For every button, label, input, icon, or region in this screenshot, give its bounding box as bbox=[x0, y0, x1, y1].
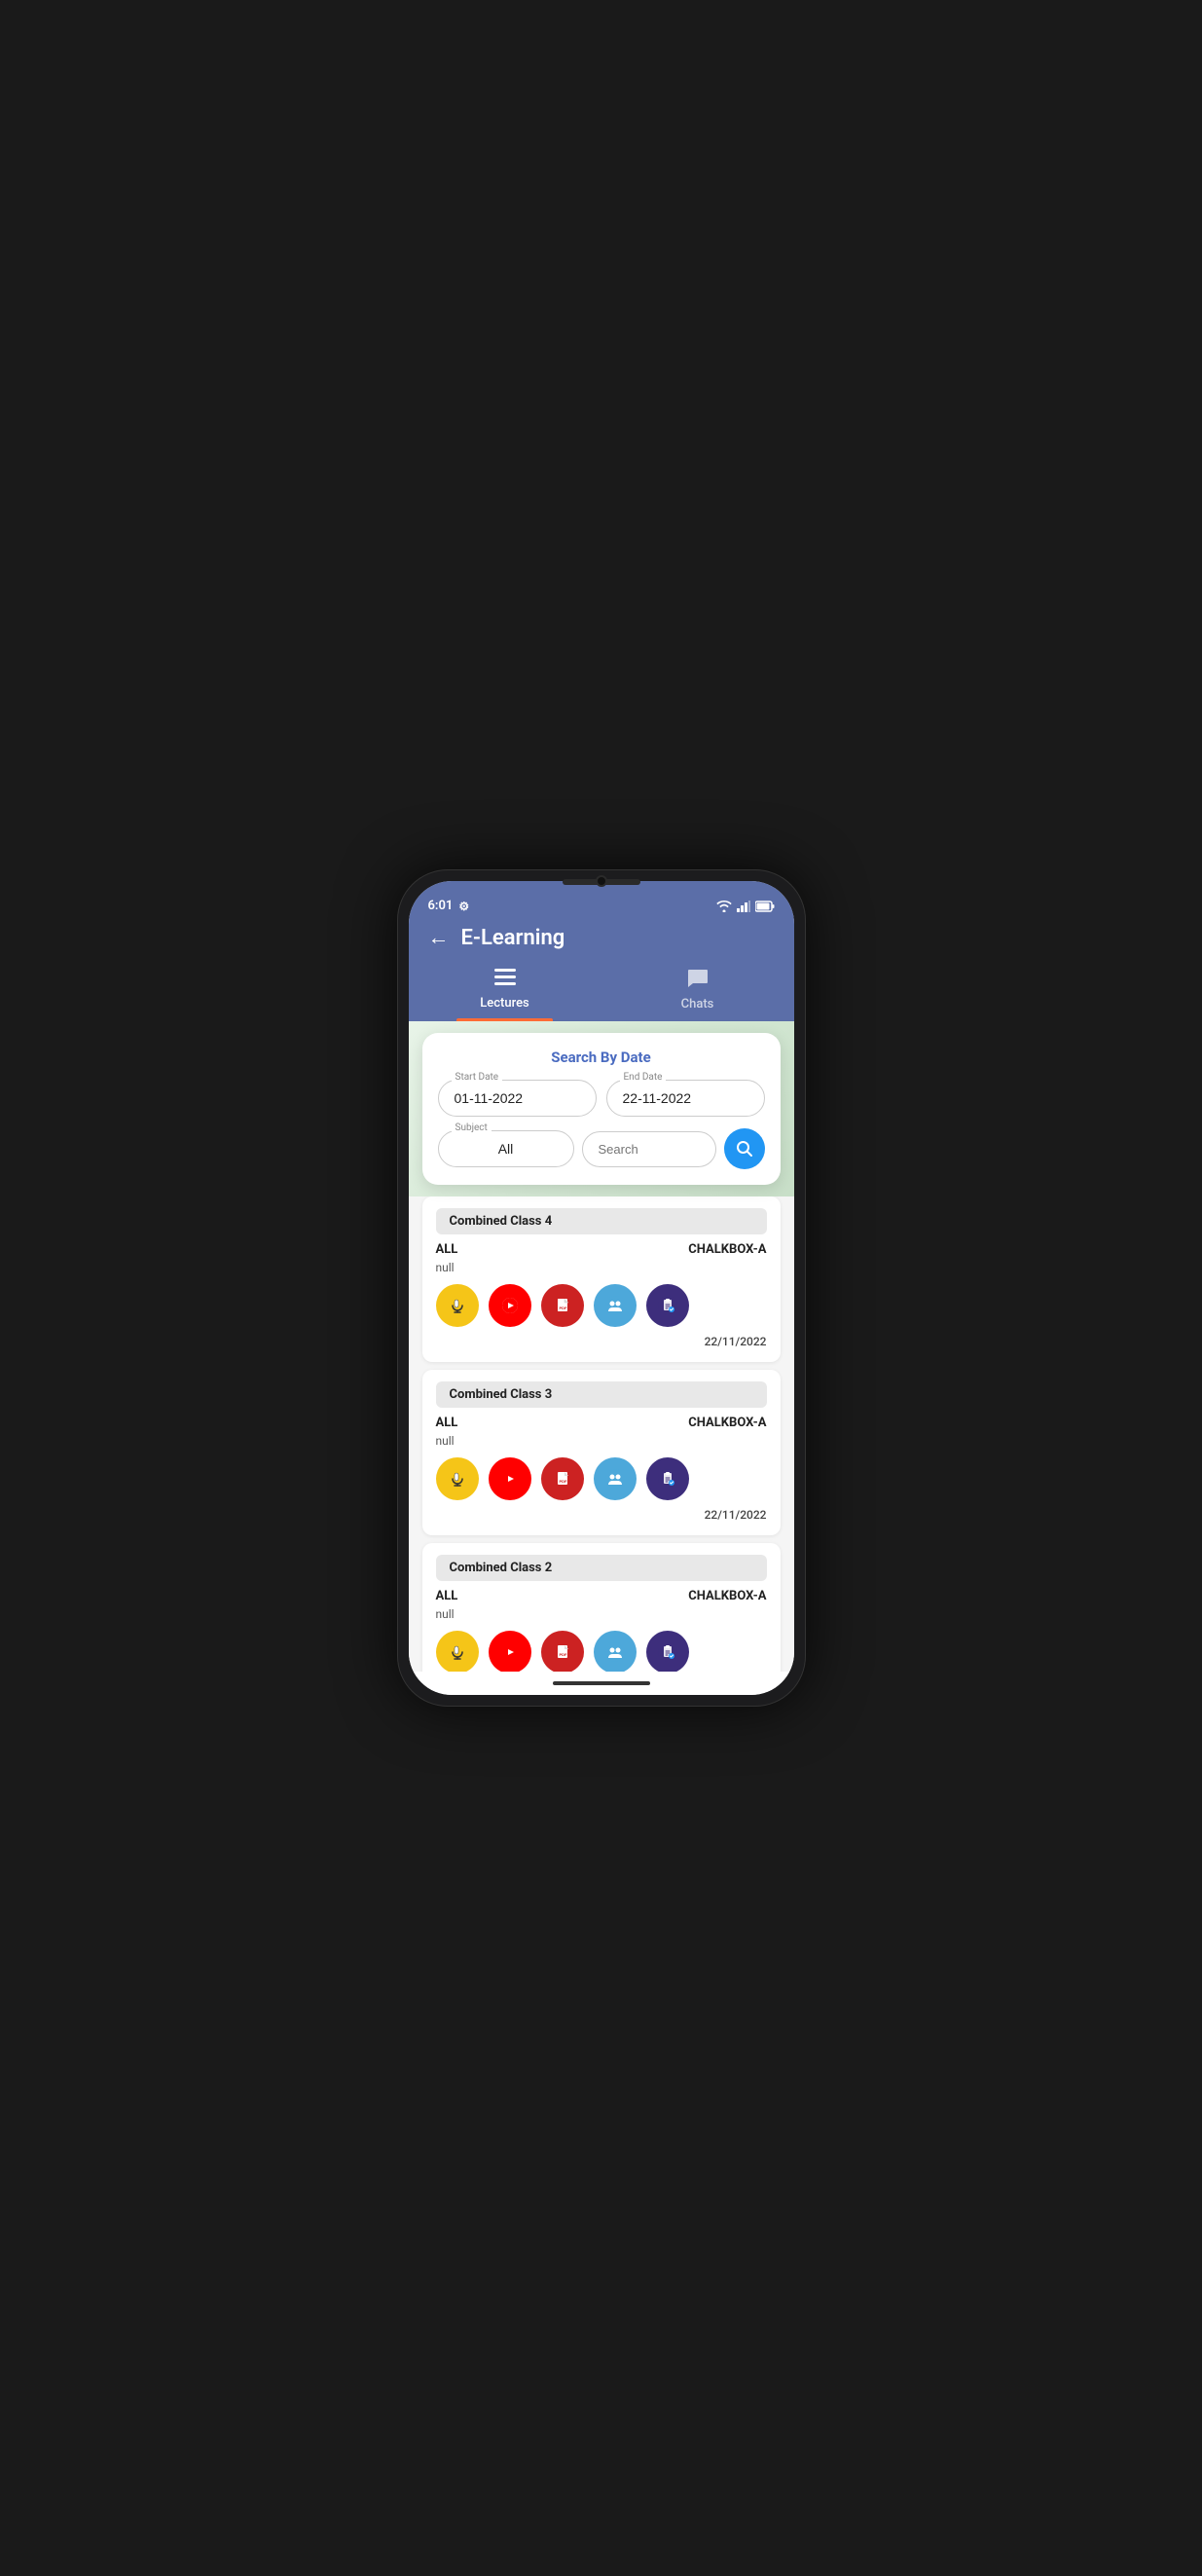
youtube-icon[interactable] bbox=[489, 1284, 531, 1327]
page-title: E-Learning bbox=[461, 926, 565, 950]
clipboard-icon[interactable] bbox=[646, 1631, 689, 1672]
lecture-meta-row: ALL CHALKBOX-A bbox=[436, 1242, 767, 1257]
lecture-meta-left: ALL bbox=[436, 1242, 458, 1257]
clipboard-icon[interactable] bbox=[646, 1457, 689, 1500]
settings-icon: ⚙ bbox=[458, 900, 469, 913]
class-header: Combined Class 2 bbox=[436, 1555, 767, 1581]
signal-icon bbox=[737, 901, 750, 912]
lecture-item: Combined Class 3 ALL CHALKBOX-A null bbox=[422, 1370, 781, 1535]
home-bar bbox=[409, 1672, 794, 1695]
lecture-date: 22/11/2022 bbox=[436, 1508, 767, 1522]
tab-bar: Lectures Chats bbox=[409, 960, 794, 1021]
back-button[interactable]: ← bbox=[428, 925, 450, 950]
audio-icon[interactable] bbox=[436, 1284, 479, 1327]
search-btn-icon bbox=[736, 1140, 753, 1158]
users-icon[interactable] bbox=[594, 1457, 637, 1500]
date-row: Start Date End Date bbox=[438, 1080, 765, 1117]
lecture-meta-row: ALL CHALKBOX-A bbox=[436, 1416, 767, 1430]
phone-frame: 6:01 ⚙ bbox=[397, 869, 806, 1707]
home-indicator bbox=[553, 1681, 650, 1685]
lecture-icons-row: PDF bbox=[436, 1284, 767, 1327]
svg-text:PDF: PDF bbox=[559, 1306, 567, 1310]
chats-icon bbox=[687, 968, 709, 993]
class-header: Combined Class 3 bbox=[436, 1381, 767, 1408]
subject-label: Subject bbox=[452, 1122, 492, 1133]
svg-text:PDF: PDF bbox=[559, 1652, 567, 1657]
camera-notch bbox=[563, 879, 640, 885]
lecture-icons-row: PDF bbox=[436, 1457, 767, 1500]
lecture-icons-row: PDF bbox=[436, 1631, 767, 1672]
lecture-date: 22/11/2022 bbox=[436, 1335, 767, 1348]
battery-icon bbox=[755, 901, 775, 912]
lecture-meta-right: CHALKBOX-A bbox=[688, 1589, 766, 1603]
search-input[interactable] bbox=[582, 1131, 716, 1167]
status-left: 6:01 ⚙ bbox=[428, 899, 470, 913]
pdf-icon[interactable]: PDF bbox=[541, 1284, 584, 1327]
svg-text:PDF: PDF bbox=[559, 1479, 567, 1484]
audio-icon[interactable] bbox=[436, 1457, 479, 1500]
pdf-icon[interactable]: PDF bbox=[541, 1631, 584, 1672]
subject-field: Subject bbox=[438, 1130, 574, 1167]
search-card: Search By Date Start Date End Date Subje… bbox=[422, 1033, 781, 1185]
users-icon[interactable] bbox=[594, 1631, 637, 1672]
status-time: 6:01 bbox=[428, 899, 454, 913]
users-icon[interactable] bbox=[594, 1284, 637, 1327]
chats-tab-label: Chats bbox=[681, 997, 714, 1012]
subject-input[interactable] bbox=[438, 1130, 574, 1167]
tab-chats[interactable]: Chats bbox=[601, 960, 794, 1021]
lecture-item: Combined Class 2 ALL CHALKBOX-A null bbox=[422, 1543, 781, 1672]
search-row: Subject bbox=[438, 1128, 765, 1169]
start-date-field: Start Date bbox=[438, 1080, 597, 1117]
audio-icon[interactable] bbox=[436, 1631, 479, 1672]
youtube-icon[interactable] bbox=[489, 1457, 531, 1500]
start-date-input[interactable] bbox=[438, 1080, 597, 1117]
camera-dot bbox=[596, 875, 607, 887]
youtube-icon[interactable] bbox=[489, 1631, 531, 1672]
lecture-null: null bbox=[436, 1434, 767, 1448]
wifi-icon bbox=[716, 901, 732, 912]
lectures-tab-label: Lectures bbox=[480, 996, 528, 1011]
content-area: BACK TO SCHOOL Search By Date Start Date… bbox=[409, 1021, 794, 1672]
lecture-null: null bbox=[436, 1607, 767, 1621]
phone-screen: 6:01 ⚙ bbox=[409, 881, 794, 1695]
lecture-meta-right: CHALKBOX-A bbox=[688, 1416, 766, 1430]
start-date-label: Start Date bbox=[452, 1072, 503, 1083]
lecture-meta-left: ALL bbox=[436, 1589, 458, 1603]
class-header: Combined Class 4 bbox=[436, 1208, 767, 1234]
end-date-input[interactable] bbox=[606, 1080, 765, 1117]
lecture-meta-left: ALL bbox=[436, 1416, 458, 1430]
lecture-meta-row: ALL CHALKBOX-A bbox=[436, 1589, 767, 1603]
search-input-wrap bbox=[582, 1131, 716, 1167]
end-date-field: End Date bbox=[606, 1080, 765, 1117]
status-right bbox=[716, 901, 775, 912]
lecture-item: Combined Class 4 ALL CHALKBOX-A null bbox=[422, 1196, 781, 1362]
tab-lectures[interactable]: Lectures bbox=[409, 960, 601, 1021]
end-date-label: End Date bbox=[620, 1072, 667, 1083]
lecture-list: Combined Class 4 ALL CHALKBOX-A null bbox=[409, 1196, 794, 1672]
search-button[interactable] bbox=[724, 1128, 765, 1169]
lecture-null: null bbox=[436, 1261, 767, 1274]
app-header: ← E-Learning bbox=[409, 917, 794, 960]
clipboard-icon[interactable] bbox=[646, 1284, 689, 1327]
lectures-icon bbox=[494, 968, 516, 992]
lecture-meta-right: CHALKBOX-A bbox=[688, 1242, 766, 1257]
pdf-icon[interactable]: PDF bbox=[541, 1457, 584, 1500]
search-card-title: Search By Date bbox=[438, 1049, 765, 1066]
